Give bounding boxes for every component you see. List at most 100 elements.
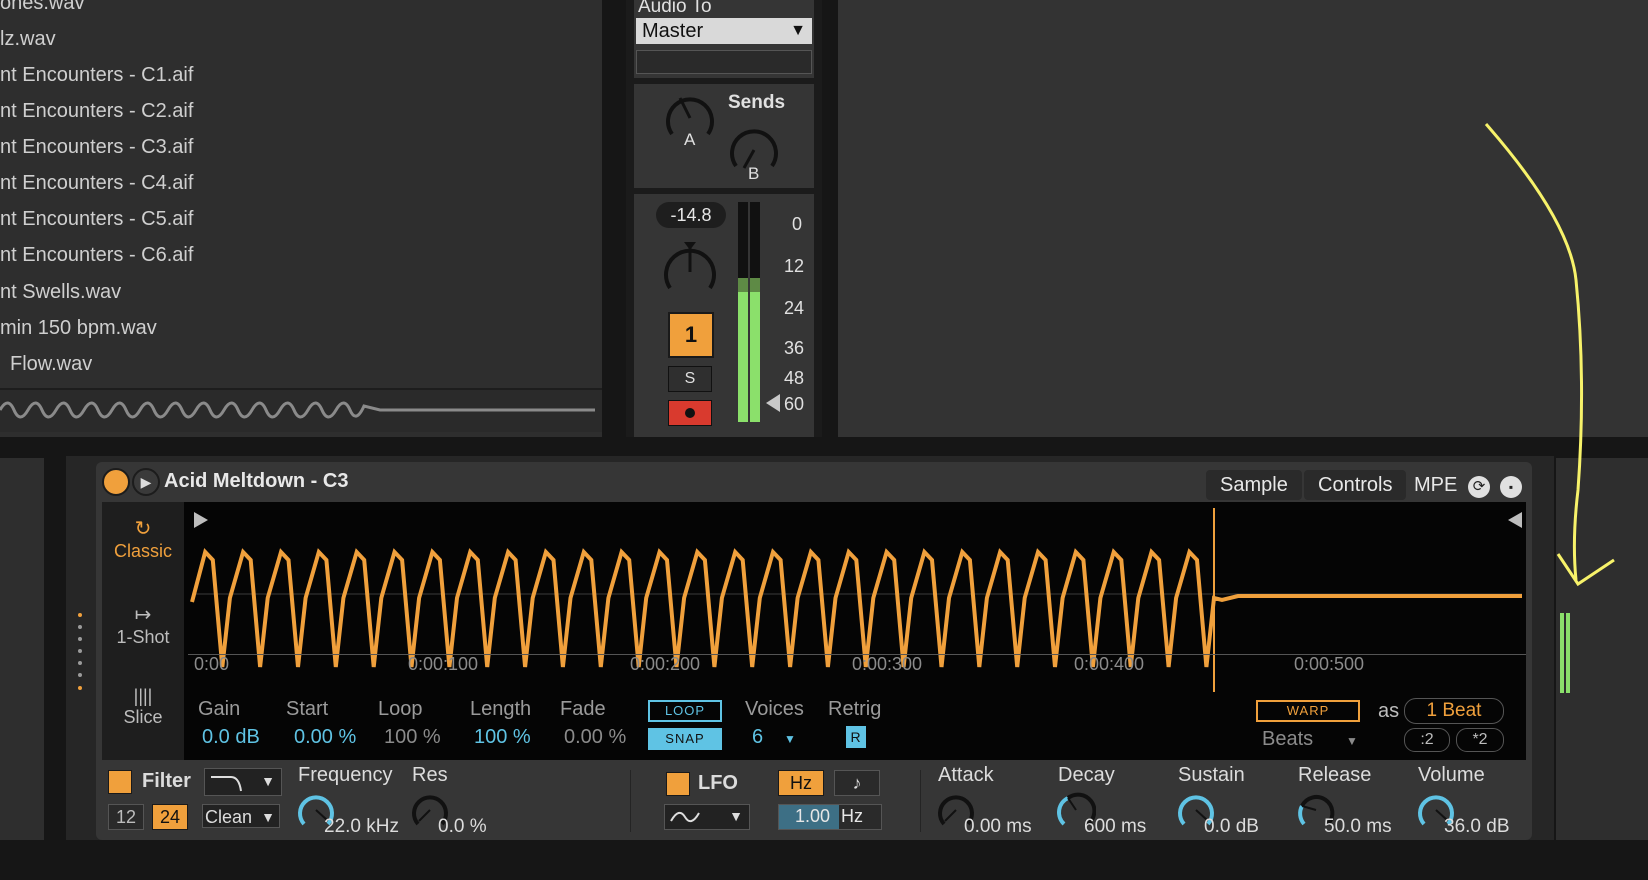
lfo-toggle[interactable] (666, 772, 690, 796)
meter-scale-label: 0 (792, 214, 803, 234)
browser-file-item[interactable]: nt Encounters - C2.aif (0, 100, 193, 123)
warp-mode-select[interactable]: Beats (1262, 728, 1313, 751)
meter-scale-label: 48 (784, 368, 805, 388)
chevron-down-icon[interactable]: ▼ (1346, 734, 1358, 748)
filter-circuit-dropdown[interactable]: Clean ▼ (202, 804, 280, 828)
chevron-down-icon: ▼ (261, 773, 275, 789)
save-preset-icon[interactable]: ▪ (1500, 476, 1522, 498)
voices-value[interactable]: 6 (752, 726, 763, 749)
audio-to-section: Audio To Master ▼ (634, 0, 814, 78)
meter-scale: 0 12 24 36 48 60 (772, 196, 812, 426)
fade-value[interactable]: 0.00 % (564, 726, 626, 749)
send-a-label: A (684, 130, 696, 149)
volume-value: 36.0 dB (1444, 816, 1510, 837)
arm-button[interactable] (668, 400, 712, 426)
resonance-value: 0.0 % (438, 816, 487, 837)
record-arm-icon (685, 408, 695, 418)
gain-label: Gain (198, 698, 241, 720)
preview-waveform-graphic (0, 401, 595, 419)
chevron-down-icon: ▼ (790, 22, 806, 39)
meter-scale-label: 60 (784, 394, 805, 414)
length-value[interactable]: 100 % (474, 726, 531, 749)
device-title: Acid Meltdown - C3 (164, 470, 349, 492)
warp-as-label: as (1378, 700, 1400, 722)
meter-scale-label: 12 (784, 256, 805, 276)
hot-swap-icon[interactable]: ⟳ (1468, 476, 1490, 498)
volume-readout[interactable]: -14.8 (656, 202, 726, 228)
start-value[interactable]: 0.00 % (294, 726, 356, 749)
mixer-strip: Audio To Master ▼ Sends A B -14.8 1 S 0 … (626, 0, 822, 437)
loop-toggle-button[interactable]: LOOP (648, 700, 722, 722)
start-marker-icon (194, 512, 208, 528)
browser-file-item[interactable]: nt Encounters - C1.aif (0, 64, 193, 87)
browser-file-item[interactable]: nt Encounters - C3.aif (0, 136, 193, 159)
volume-fader-track[interactable] (762, 200, 766, 420)
meter-scale-label: 24 (784, 298, 805, 318)
start-label: Start (286, 698, 329, 720)
gain-value[interactable]: 0.0 dB (202, 726, 260, 749)
mode-classic-label: Classic (113, 541, 172, 561)
snap-toggle-button[interactable]: SNAP (648, 728, 722, 750)
browser-file-item[interactable]: Flow.wav (10, 353, 92, 379)
double-tempo-button[interactable]: *2 (1456, 728, 1504, 752)
sustain-value: 0.0 dB (1204, 816, 1259, 837)
slice-icon: |||| (133, 686, 153, 706)
mode-slice[interactable]: |||| Slice (102, 674, 184, 760)
lfo-rate-value: 1.00 (795, 806, 831, 826)
sends-section: Sends A B (634, 84, 814, 188)
browser-file-item[interactable]: nt Encounters - C4.aif (0, 172, 193, 195)
lfo-label: LFO (698, 772, 738, 794)
browser-file-item[interactable]: nt Encounters - C5.aif (0, 208, 193, 231)
filter-slope-12-button[interactable]: 12 (108, 804, 144, 830)
browser-file-item[interactable]: ones.wav (0, 0, 85, 15)
filter-circuit-value: Clean (205, 807, 253, 827)
browser-file-item[interactable]: nt Encounters - C6.aif (0, 244, 193, 267)
sustain-label: Sustain (1178, 764, 1245, 786)
preview-waveform[interactable] (0, 388, 602, 432)
retrig-button[interactable]: R (846, 726, 866, 748)
browser-file-item[interactable]: lz.wav (0, 28, 56, 51)
sends-label: Sends (728, 92, 786, 113)
browser-file-item[interactable]: nt Swells.wav (0, 281, 121, 304)
halve-tempo-button[interactable]: :2 (1404, 728, 1450, 752)
device-drag-handle[interactable] (78, 612, 82, 692)
warp-length-field[interactable]: 1 Beat (1404, 698, 1504, 724)
send-b-label: B (748, 164, 760, 183)
attack-label: Attack (938, 764, 994, 786)
chevron-down-icon[interactable]: ▼ (784, 732, 796, 746)
timeline-label: 0:00:200 (630, 654, 701, 674)
tab-sample[interactable]: Sample (1206, 470, 1302, 500)
lfo-hz-button[interactable]: Hz (778, 770, 824, 796)
loop-label: Loop (378, 698, 423, 720)
mode-classic[interactable]: ↻ Classic (102, 502, 184, 588)
lfo-waveform-dropdown[interactable]: ▼ (664, 804, 750, 830)
loop-value[interactable]: 100 % (384, 726, 441, 749)
timeline-label: 0:00:400 (1074, 654, 1145, 674)
mode-1-shot[interactable]: ↦ 1-Shot (102, 588, 184, 674)
timeline-label: 0:00:300 (852, 654, 923, 674)
device-power-button[interactable] (102, 468, 130, 496)
tab-controls[interactable]: Controls (1304, 470, 1407, 500)
audio-to-dropdown[interactable]: Master ▼ (636, 18, 812, 44)
lfo-rate-field[interactable]: 1.00 Hz (778, 804, 882, 830)
lfo-sync-button[interactable]: ♪ (834, 770, 880, 796)
track-activator-button[interactable]: 1 (668, 312, 714, 358)
audio-to-channel-field[interactable] (636, 50, 812, 74)
section-divider (920, 770, 921, 832)
filter-type-dropdown[interactable]: ▼ (204, 768, 282, 796)
timeline-ruler[interactable]: 0:00 0:00:100 0:00:200 0:00:300 0:00:400… (188, 650, 1526, 682)
audio-to-value: Master (642, 20, 704, 42)
lfo-rate-unit: Hz (841, 806, 863, 826)
solo-button[interactable]: S (668, 366, 712, 392)
browser-file-item[interactable]: min 150 bpm.wav (0, 317, 157, 340)
tab-mpe[interactable]: MPE (1414, 470, 1457, 500)
release-value: 50.0 ms (1324, 816, 1392, 837)
pan-knob[interactable] (660, 240, 720, 300)
play-icon[interactable]: ▶ (132, 468, 160, 496)
section-divider (630, 770, 631, 832)
one-shot-icon: ↦ (134, 604, 152, 626)
filter-toggle[interactable] (108, 770, 132, 794)
timeline-label: 0:00 (194, 654, 230, 674)
filter-slope-24-button[interactable]: 24 (152, 804, 188, 830)
warp-button[interactable]: WARP (1256, 700, 1360, 722)
